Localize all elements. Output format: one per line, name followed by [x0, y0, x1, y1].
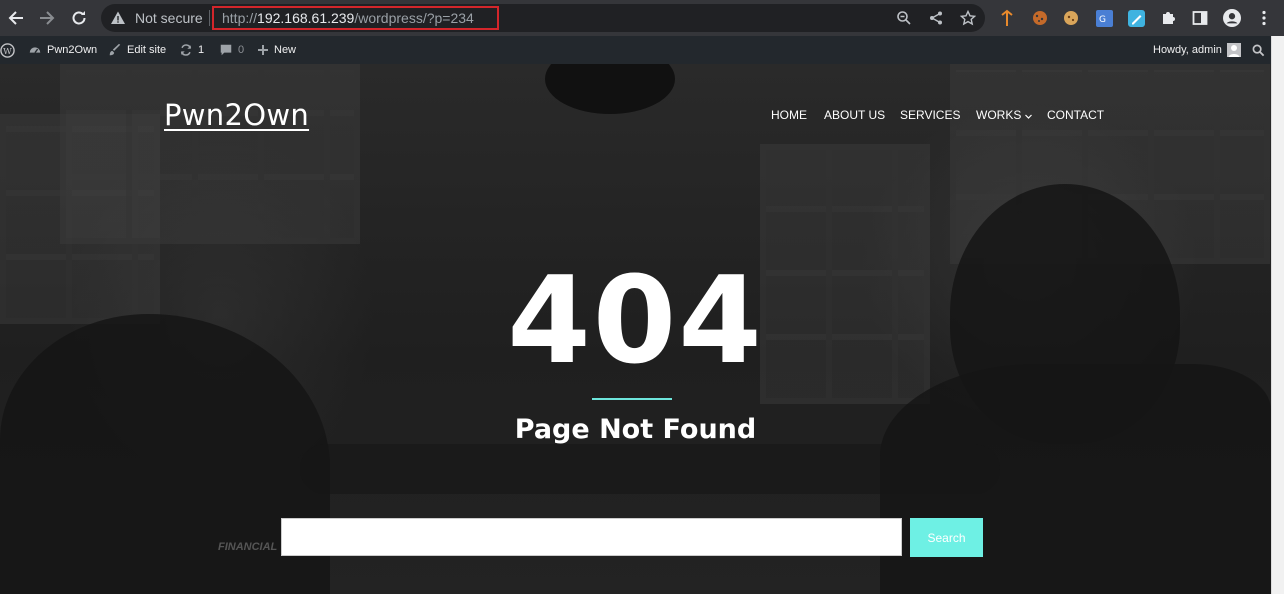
zoom-icon[interactable]	[896, 10, 912, 26]
nav-works-label: WORKS	[976, 108, 1022, 122]
nav-services[interactable]: SERVICES	[900, 108, 960, 122]
bookmark-star-icon[interactable]	[960, 10, 976, 26]
security-status[interactable]: Not secure	[135, 10, 203, 26]
extension-pen-icon[interactable]	[1127, 9, 1145, 27]
wp-new-label: New	[274, 44, 297, 56]
nav-about-us[interactable]: ABOUT US	[824, 108, 885, 122]
wp-account-menu[interactable]: Howdy, admin	[1153, 36, 1241, 64]
wordpress-logo-icon: W	[0, 42, 15, 58]
wp-new-content[interactable]: New	[257, 36, 296, 64]
extensions-puzzle-icon[interactable]	[1159, 9, 1177, 27]
photo-caption-text: FINANCIAL	[218, 541, 278, 553]
background-handshake	[300, 444, 1000, 494]
accent-divider	[592, 398, 672, 400]
error-code: 404	[507, 252, 764, 391]
nav-works[interactable]: WORKS	[976, 108, 1032, 122]
nav-home[interactable]: HOME	[771, 108, 807, 122]
wp-comments-count: 0	[238, 44, 245, 56]
svg-text:G: G	[1099, 15, 1106, 25]
extension-cookie-icon[interactable]	[1031, 9, 1049, 27]
updates-refresh-icon	[180, 44, 192, 56]
reload-button[interactable]	[67, 6, 91, 30]
wp-updates[interactable]: 1	[179, 36, 204, 64]
url-path: /wordpress/?p=234	[354, 10, 474, 26]
wp-edit-site-label: Edit site	[127, 44, 167, 56]
wp-edit-site[interactable]: Edit site	[108, 36, 166, 64]
arrow-right-icon	[40, 11, 55, 25]
wp-comments[interactable]: 0	[219, 36, 244, 64]
wp-admin-bar: W Pwn2Own Edit site 1 0 New Howdy, admin	[0, 36, 1284, 64]
plus-icon	[258, 45, 268, 55]
search-input[interactable]	[281, 518, 902, 556]
extension-arrow-icon[interactable]	[998, 9, 1016, 27]
chrome-menu-icon[interactable]	[1255, 9, 1273, 27]
wp-updates-count: 1	[198, 44, 205, 56]
background-window	[60, 64, 360, 244]
search-icon	[1252, 44, 1265, 56]
arrow-left-icon	[8, 11, 23, 25]
page-scrollbar[interactable]	[1271, 36, 1284, 594]
extension-translate-icon[interactable]: G	[1095, 9, 1113, 27]
profile-avatar-icon[interactable]	[1223, 9, 1241, 27]
wp-search-button[interactable]	[1252, 36, 1265, 64]
url-text[interactable]: http://192.168.61.239/wordpress/?p=234	[222, 10, 474, 26]
back-button[interactable]	[4, 6, 28, 30]
chevron-down-icon	[1024, 114, 1032, 119]
comment-bubble-icon	[220, 44, 232, 56]
address-bar[interactable]: Not secure http://192.168.61.239/wordpre…	[101, 4, 985, 32]
wp-site-name[interactable]: Pwn2Own	[28, 36, 97, 64]
wp-logo-button[interactable]: W	[0, 36, 15, 64]
wp-greeting: Howdy, admin	[1153, 44, 1222, 56]
svg-text:W: W	[3, 45, 12, 55]
url-scheme: http://	[222, 10, 258, 26]
reload-icon	[72, 11, 86, 25]
error-message: Page Not Found	[514, 414, 757, 445]
extension-cookie2-icon[interactable]	[1062, 9, 1080, 27]
hero-section: FINANCIAL Pwn2Own HOME ABOUT US SERVICES…	[0, 64, 1271, 594]
warning-icon	[111, 11, 125, 24]
wp-site-name-label: Pwn2Own	[47, 44, 98, 56]
dashboard-gauge-icon	[29, 47, 41, 54]
forward-button[interactable]	[35, 6, 59, 30]
url-host: 192.168.61.239	[257, 10, 355, 26]
url-highlight-box[interactable]: http://192.168.61.239/wordpress/?p=234	[212, 6, 499, 30]
browser-toolbar: Not secure http://192.168.61.239/wordpre…	[0, 0, 1284, 36]
side-panel-icon[interactable]	[1191, 9, 1209, 27]
paintbrush-icon	[109, 43, 121, 56]
nav-contact[interactable]: CONTACT	[1047, 108, 1104, 122]
divider	[209, 10, 210, 26]
ceiling-lamp	[545, 64, 675, 114]
share-icon[interactable]	[928, 10, 944, 26]
site-title-link[interactable]: Pwn2Own	[164, 98, 309, 132]
search-button[interactable]: Search	[910, 518, 983, 557]
user-avatar-icon	[1226, 43, 1241, 57]
